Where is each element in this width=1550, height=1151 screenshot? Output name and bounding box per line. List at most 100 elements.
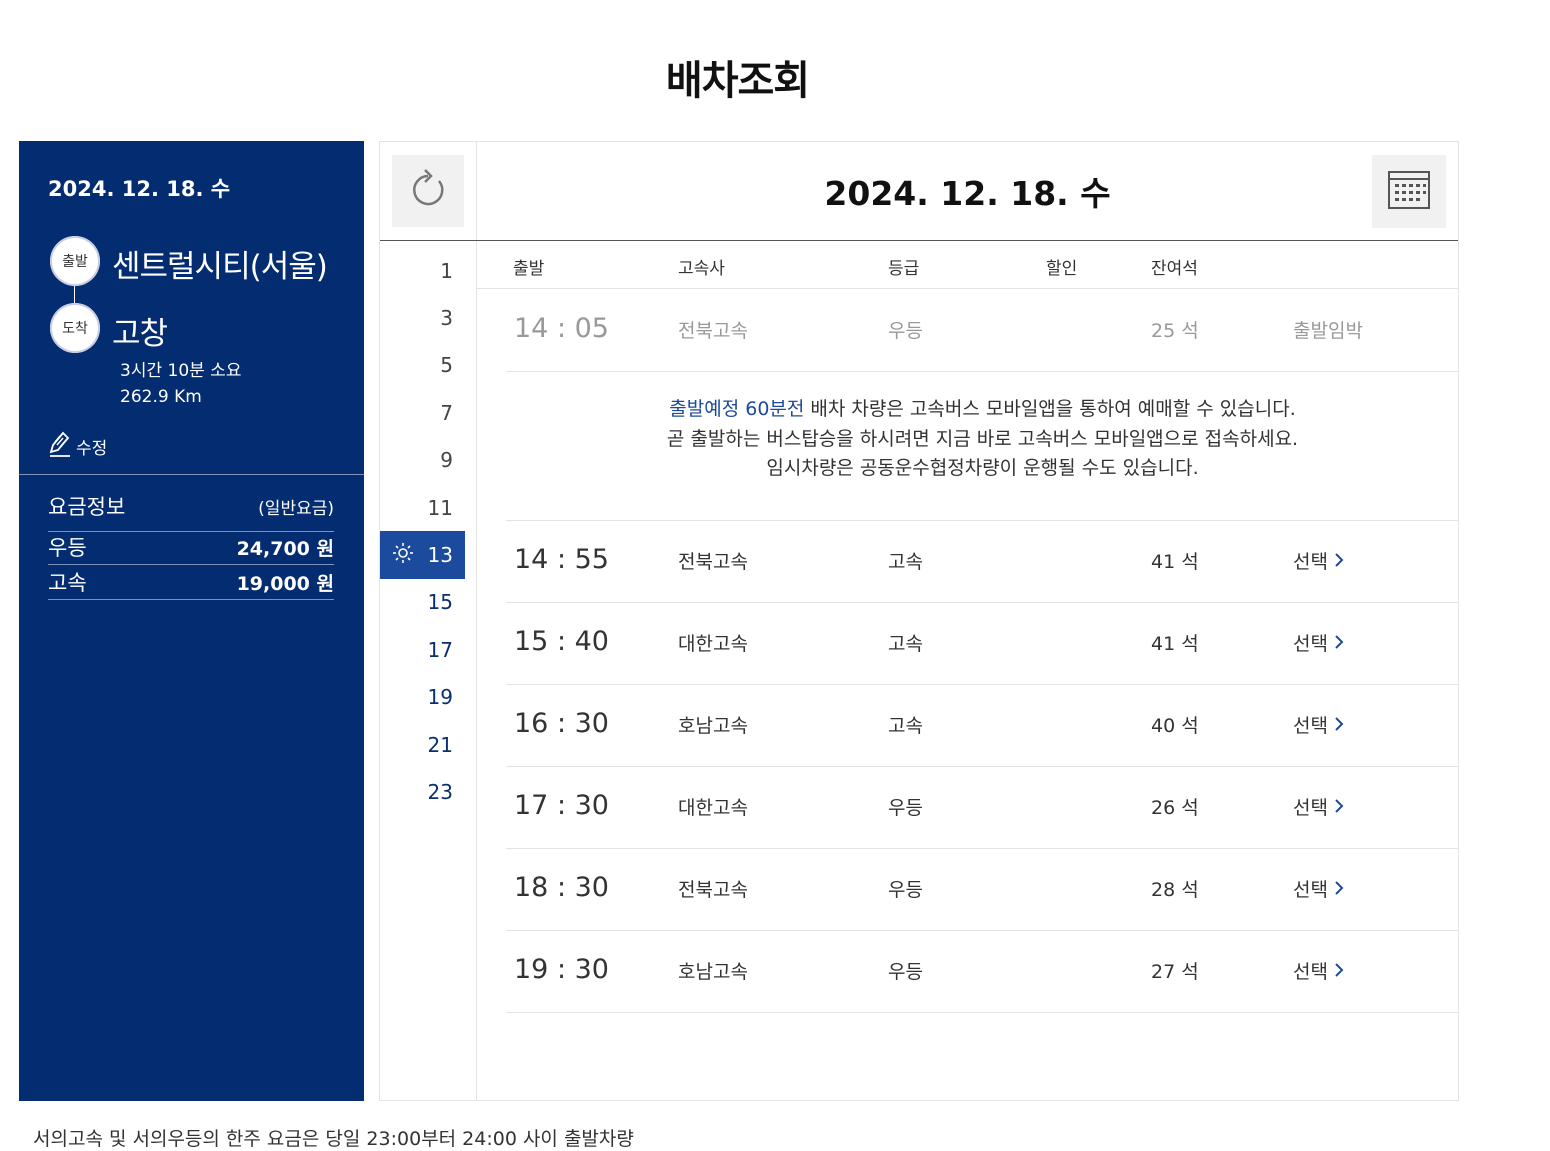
calendar-icon — [1387, 170, 1431, 214]
hour-17[interactable]: 17 — [380, 626, 465, 673]
hour-7[interactable]: 7 — [380, 389, 465, 436]
calendar-button[interactable] — [1372, 155, 1446, 228]
hour-13-active[interactable]: 13 — [380, 531, 465, 579]
select-button[interactable]: 선택 — [1293, 547, 1344, 574]
hour-19[interactable]: 19 — [380, 674, 465, 721]
remaining-seats: 40 석 — [1151, 715, 1199, 737]
hour-21[interactable]: 21 — [380, 721, 465, 768]
remaining-seats: 27 석 — [1151, 961, 1199, 983]
select-label: 선택 — [1293, 797, 1328, 819]
chevron-right-icon — [1334, 961, 1344, 983]
departure-time: 19 : 30 — [514, 954, 609, 985]
notice-highlight: 출발예정 60분전 — [669, 398, 805, 420]
fare-subtitle: (일반요금) — [258, 499, 334, 519]
page-title: 배차조회 — [665, 58, 810, 104]
remaining-seats: 26 석 — [1151, 797, 1199, 819]
chevron-right-icon — [1334, 879, 1344, 901]
arrival-badge: 도착 — [50, 303, 100, 353]
chevron-right-icon — [1334, 715, 1344, 737]
bus-grade: 고속 — [888, 551, 923, 573]
table-row: 14 : 55 전북고속 고속 41 석 선택 — [506, 521, 1459, 603]
departure-imminent: 출발임박 — [1293, 320, 1363, 342]
route-info-panel: 2024. 12. 18. 수 출발 센트럴시티(서울) 도착 고창 3시간 1… — [19, 141, 364, 1101]
fare-grade: 우등 — [48, 536, 87, 560]
departure-time: 17 : 30 — [514, 790, 609, 821]
travel-duration: 3시간 10분 소요 — [120, 361, 242, 381]
remaining-seats: 28 석 — [1151, 879, 1199, 901]
fare-row: 고속 19,000 원 — [48, 565, 334, 600]
table-row: 15 : 40 대한고속 고속 41 석 선택 — [506, 603, 1459, 685]
bus-grade: 우등 — [888, 320, 923, 342]
fare-title: 요금정보 — [48, 495, 126, 519]
bus-company: 전북고속 — [678, 320, 748, 342]
departure-time: 18 : 30 — [514, 872, 609, 903]
col-seats: 잔여석 — [1151, 259, 1198, 279]
select-label: 선택 — [1293, 715, 1328, 737]
fare-grade: 고속 — [48, 571, 87, 595]
col-grade: 등급 — [888, 259, 920, 279]
fare-price: 24,700 원 — [236, 537, 334, 560]
select-button[interactable]: 선택 — [1293, 793, 1344, 820]
select-label: 선택 — [1293, 633, 1328, 655]
fare-price: 19,000 원 — [236, 572, 334, 595]
bus-company: 대한고속 — [678, 633, 748, 655]
selected-date: 2024. 12. 18. 수 — [824, 174, 1111, 213]
hour-1[interactable]: 1 — [380, 247, 465, 294]
bus-grade: 우등 — [888, 879, 923, 901]
remaining-seats: 25 석 — [1151, 320, 1199, 342]
edit-label: 수정 — [76, 439, 108, 459]
notice-line2: 곧 출발하는 버스탑승을 하시려면 지금 바로 고속버스 모바일앱으로 접속하세… — [666, 427, 1299, 450]
chevron-right-icon — [1334, 551, 1344, 573]
edit-route-button[interactable]: 수정 — [48, 430, 107, 463]
hour-3[interactable]: 3 — [380, 294, 465, 341]
fare-row: 우등 24,700 원 — [48, 530, 334, 565]
col-departure: 출발 — [513, 259, 545, 279]
bus-grade: 고속 — [888, 715, 923, 737]
col-company: 고속사 — [678, 259, 725, 279]
chevron-right-icon — [1334, 633, 1344, 655]
departure-badge: 출발 — [50, 236, 100, 286]
departure-time: 14 : 05 — [514, 313, 609, 344]
bus-company: 호남고속 — [678, 961, 748, 983]
bus-company: 전북고속 — [678, 551, 748, 573]
refresh-icon — [408, 167, 448, 215]
bus-company: 대한고속 — [678, 797, 748, 819]
footer-note: 서의고속 및 서의우등의 한주 요금은 당일 23:00부터 24:00 사이 … — [33, 1128, 634, 1150]
hour-15[interactable]: 15 — [380, 579, 465, 626]
select-button[interactable]: 선택 — [1293, 957, 1344, 984]
select-button[interactable]: 선택 — [1293, 711, 1344, 738]
sun-icon — [392, 542, 414, 569]
select-label: 선택 — [1293, 551, 1328, 573]
notice-line1: 배차 차량은 고속버스 모바일앱을 통하여 예매할 수 있습니다. — [804, 398, 1296, 420]
hour-23[interactable]: 23 — [380, 768, 465, 815]
departure-time: 14 : 55 — [514, 544, 609, 575]
hour-list: 1 3 5 7 9 11 13 15 17 19 21 23 — [380, 247, 477, 816]
departure-time: 15 : 40 — [514, 626, 609, 657]
remaining-seats: 41 석 — [1151, 551, 1199, 573]
select-button[interactable]: 선택 — [1293, 629, 1344, 656]
chevron-right-icon — [1334, 797, 1344, 819]
schedule-panel: 2024. 12. 18. 수 1 3 5 7 9 11 13 15 17 19… — [379, 141, 1459, 1101]
bus-grade: 우등 — [888, 961, 923, 983]
divider — [19, 474, 364, 475]
refresh-button[interactable] — [392, 155, 464, 227]
table-row: 16 : 30 호남고속 고속 40 석 선택 — [506, 685, 1459, 767]
select-label: 선택 — [1293, 879, 1328, 901]
arrival-terminal: 고창 — [112, 316, 168, 352]
hour-9[interactable]: 9 — [380, 437, 465, 484]
table-row: 19 : 30 호남고속 우등 27 석 선택 — [506, 931, 1459, 1013]
col-discount: 할인 — [1046, 259, 1078, 279]
travel-distance: 262.9 Km — [120, 387, 202, 407]
route-date: 2024. 12. 18. 수 — [48, 177, 231, 201]
bus-grade: 고속 — [888, 633, 923, 655]
bus-company: 전북고속 — [678, 879, 748, 901]
bus-company: 호남고속 — [678, 715, 748, 737]
hour-11[interactable]: 11 — [380, 484, 465, 531]
fare-header: 요금정보 (일반요금) — [48, 491, 334, 532]
select-label: 선택 — [1293, 961, 1328, 983]
select-button[interactable]: 선택 — [1293, 875, 1344, 902]
hour-5[interactable]: 5 — [380, 342, 465, 389]
hour-label: 13 — [427, 543, 453, 568]
departure-terminal: 센트럴시티(서울) — [112, 249, 328, 285]
table-row: 17 : 30 대한고속 우등 26 석 선택 — [506, 767, 1459, 849]
